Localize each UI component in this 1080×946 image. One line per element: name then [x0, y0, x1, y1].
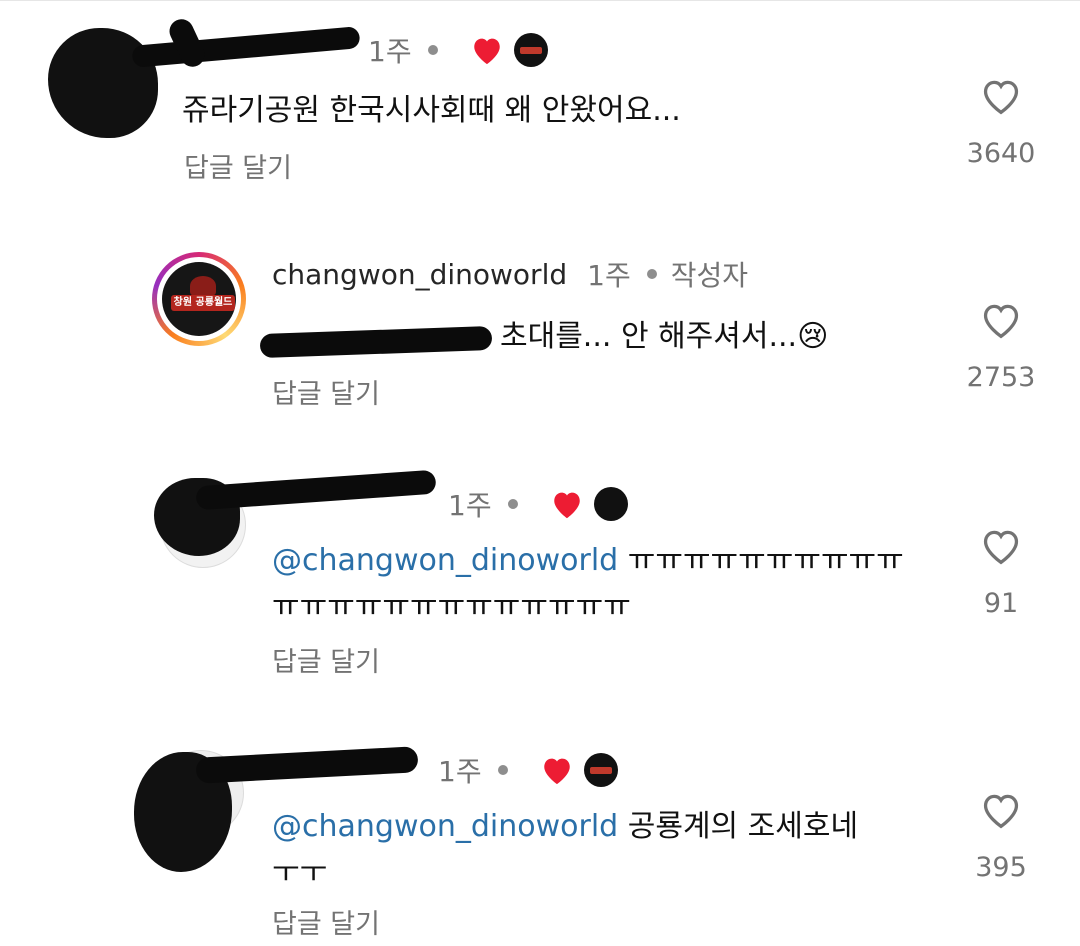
comment-3: 1주 @changwon_dinoworld ㅠㅠㅠㅠㅠㅠㅠㅠㅠㅠ ㅠㅠㅠㅠㅠㅠ… — [0, 460, 1080, 690]
logo-banner: 창원 공룡월드 — [171, 295, 235, 311]
comment-text: 공룡계의 조세호네 — [627, 809, 859, 844]
comment-meta: changwon_dinoworld 1주 작성자 — [272, 254, 748, 294]
username[interactable]: changwon_dinoworld — [272, 258, 567, 291]
author-avatar-badge — [583, 753, 618, 787]
comment-text-line1: @changwon_dinoworld ㅠㅠㅠㅠㅠㅠㅠㅠㅠㅠ — [272, 538, 904, 584]
like-count: 2753 — [966, 362, 1036, 393]
like-control[interactable]: 91 — [956, 526, 1046, 619]
comment-text: ㅠㅠㅠㅠㅠㅠㅠㅠㅠㅠ — [627, 543, 904, 578]
comment-text-line2: ㅜㅜ — [272, 855, 328, 890]
separator-dot — [427, 45, 438, 55]
username-redacted[interactable] — [131, 26, 361, 68]
separator-dot — [646, 269, 657, 279]
heart-outline-icon[interactable] — [979, 526, 1023, 566]
comment-time: 1주 — [368, 35, 412, 68]
comment-4: 1주 @changwon_dinoworld 공룡계의 조세호네 ㅜㅜ 답글 달… — [0, 730, 1080, 946]
mention-link[interactable]: @changwon_dinoworld — [272, 809, 618, 844]
separator-dot — [497, 765, 508, 775]
comment-meta: 1주 — [368, 30, 548, 70]
mention-link[interactable]: @changwon_dinoworld — [272, 543, 618, 578]
comment-meta: 1주 — [438, 750, 618, 790]
heart-filled-icon — [553, 492, 580, 519]
like-control[interactable]: 395 — [956, 790, 1046, 883]
heart-outline-icon[interactable] — [979, 76, 1023, 116]
like-count: 91 — [983, 588, 1019, 619]
heart-outline-icon[interactable] — [979, 790, 1023, 830]
comment-1: 1주 쥬라기공원 한국시사회때 왜 안왔어요... 답글 달기 3640 — [0, 0, 1080, 220]
separator-dot — [507, 499, 518, 509]
heart-filled-icon — [543, 758, 570, 785]
comment-time: 1주 — [448, 489, 492, 522]
author-tag: 작성자 — [670, 259, 748, 292]
comment-time: 1주 — [587, 259, 631, 292]
comment-time: 1주 — [438, 755, 482, 788]
dinosaur-icon — [190, 276, 216, 296]
author-avatar-badge — [593, 487, 628, 521]
heart-outline-icon[interactable] — [979, 300, 1023, 340]
reply-button[interactable]: 답글 달기 — [184, 146, 292, 185]
like-control[interactable]: 3640 — [956, 76, 1046, 169]
mention-redacted[interactable] — [259, 325, 493, 359]
like-control[interactable]: 2753 — [956, 300, 1046, 393]
dinoworld-logo: 창원 공룡월드 — [162, 262, 236, 336]
reply-button[interactable]: 답글 달기 — [272, 902, 380, 941]
comment-2: 창원 공룡월드 changwon_dinoworld 1주 작성자 초대를...… — [0, 230, 1080, 430]
like-count: 395 — [975, 852, 1027, 883]
username-redacted[interactable] — [195, 469, 437, 511]
comment-text: 초대를... 안 해주셔서...😢 — [500, 319, 829, 354]
reply-button[interactable]: 답글 달기 — [272, 372, 380, 411]
author-avatar[interactable]: 창원 공룡월드 — [152, 252, 246, 346]
reply-button[interactable]: 답글 달기 — [272, 640, 380, 679]
username-redacted[interactable] — [195, 746, 419, 784]
author-avatar-badge — [513, 33, 548, 67]
comment-text-line2: ㅠㅠㅠㅠㅠㅠㅠㅠㅠㅠㅠㅠㅠ — [272, 589, 631, 624]
comment-text-line1: @changwon_dinoworld 공룡계의 조세호네 — [272, 804, 858, 850]
heart-filled-icon — [473, 38, 500, 65]
comment-text: 쥬라기공원 한국시사회때 왜 안왔어요... — [182, 93, 681, 128]
comment-meta: 1주 — [448, 484, 628, 524]
like-count: 3640 — [966, 138, 1036, 169]
